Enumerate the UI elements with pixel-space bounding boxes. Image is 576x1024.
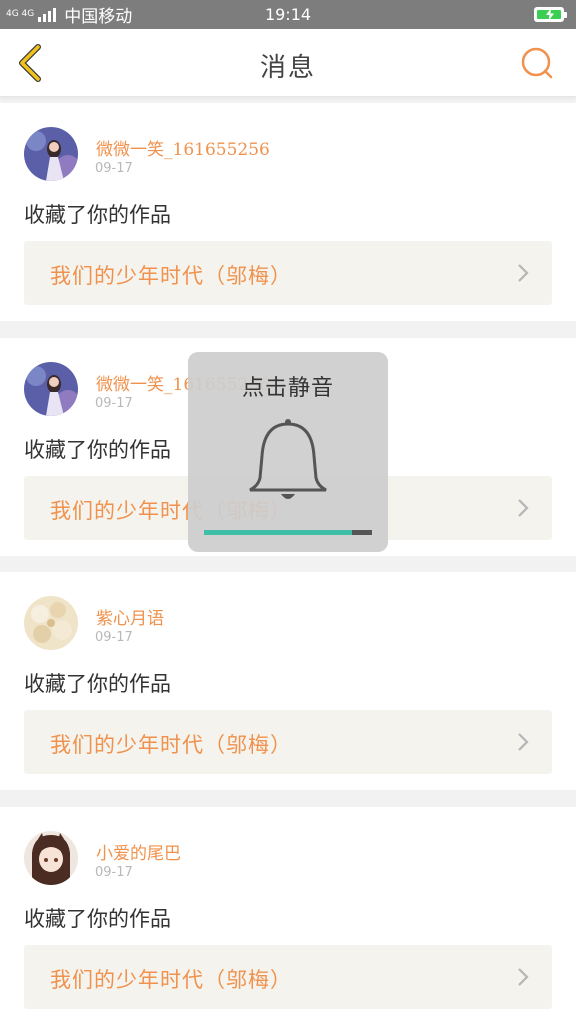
bell-icon [249, 419, 327, 499]
avatar-flowers-image [24, 596, 78, 650]
work-link[interactable]: 我们的少年时代（邬梅） [24, 710, 552, 774]
action-text: 收藏了你的作品 [24, 438, 171, 462]
work-link[interactable]: 我们的少年时代（邬梅） [24, 945, 552, 1009]
message-date: 09-17 [95, 630, 133, 645]
chevron-right-icon [518, 499, 529, 517]
avatar-anime-image [24, 831, 78, 885]
user-name[interactable]: 微微一笑_161655256 [96, 135, 270, 160]
volume-bar [204, 530, 372, 535]
chevron-right-icon [518, 264, 529, 282]
mute-toast[interactable]: 点击静音 [188, 352, 388, 552]
action-text: 收藏了你的作品 [24, 672, 171, 696]
work-title: 我们的少年时代（邬梅） [50, 733, 292, 757]
avatar[interactable] [24, 596, 78, 650]
message-card: 微微一笑_161655256 09-17 收藏了你的作品 我们的少年时代（邬梅） [0, 103, 576, 321]
work-title: 我们的少年时代（邬梅） [50, 264, 292, 288]
message-card: 紫心月语 09-17 收藏了你的作品 我们的少年时代（邬梅） [0, 572, 576, 790]
mute-label: 点击静音 [241, 376, 334, 401]
action-text: 收藏了你的作品 [24, 203, 171, 227]
avatar[interactable] [24, 831, 78, 885]
avatar[interactable] [24, 362, 78, 416]
clock: 19:14 [264, 5, 312, 24]
work-link[interactable]: 我们的少年时代（邬梅） [24, 241, 552, 305]
action-text: 收藏了你的作品 [24, 907, 171, 931]
search-button[interactable] [520, 46, 554, 80]
top-nav-bar: 消息 [0, 29, 576, 97]
avatar[interactable] [24, 127, 78, 181]
chevron-right-icon [518, 733, 529, 751]
page-title: 消息 [259, 53, 316, 83]
user-name[interactable]: 小爱的尾巴 [96, 839, 181, 864]
message-date: 09-17 [95, 396, 133, 411]
battery-charging-icon [534, 7, 567, 22]
chevron-right-icon [518, 968, 529, 986]
message-date: 09-17 [95, 865, 133, 880]
user-name[interactable]: 紫心月语 [96, 604, 164, 629]
volume-fill [204, 530, 352, 535]
avatar-girl-image [24, 362, 78, 416]
message-card: 小爱的尾巴 09-17 收藏了你的作品 我们的少年时代（邬梅） [0, 807, 576, 1024]
message-date: 09-17 [95, 161, 133, 176]
work-title: 我们的少年时代（邬梅） [50, 968, 292, 992]
status-bar: 4G 4G 中国移动 19:14 [0, 0, 576, 29]
avatar-girl-image [24, 127, 78, 181]
